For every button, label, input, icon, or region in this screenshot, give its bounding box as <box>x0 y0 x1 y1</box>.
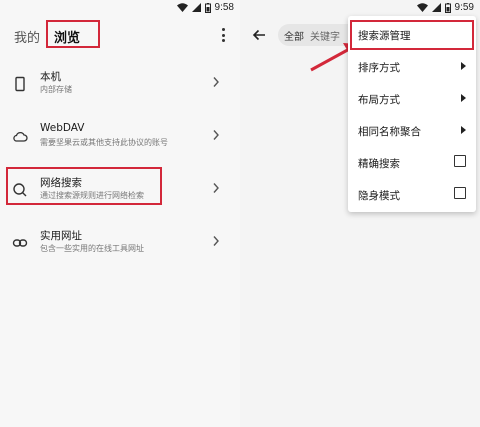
signal-icon <box>191 3 201 12</box>
status-bar: 9:58 <box>0 0 240 16</box>
right-screen: 9:59 全部 关键字 搜索源管理 排序方式 布局方式 相同名称聚合 精确搜索 <box>240 0 480 427</box>
submenu-arrow-icon <box>461 94 466 102</box>
back-arrow-icon[interactable] <box>252 28 266 42</box>
status-bar: 9:59 <box>240 0 480 16</box>
list-item-title: 本机 <box>40 71 61 83</box>
submenu-arrow-icon <box>461 126 466 134</box>
list-item-local[interactable]: 本机 内部存储 <box>0 64 240 114</box>
battery-icon <box>204 2 211 13</box>
chevron-right-icon <box>213 236 219 246</box>
link-icon <box>12 239 28 247</box>
menu-item-exact-search[interactable]: 精确搜索 <box>348 146 476 178</box>
overflow-menu: 搜索源管理 排序方式 布局方式 相同名称聚合 精确搜索 隐身模式 <box>348 16 476 212</box>
top-tabs: 我的 浏览 <box>0 20 240 50</box>
submenu-arrow-icon <box>461 62 466 70</box>
menu-item-incognito[interactable]: 隐身模式 <box>348 178 476 210</box>
highlight-box-web-search <box>6 167 162 205</box>
menu-item-sort[interactable]: 排序方式 <box>348 50 476 82</box>
menu-item-label: 精确搜索 <box>358 158 400 170</box>
highlight-box-source-manage <box>350 20 474 50</box>
tab-mine[interactable]: 我的 <box>14 27 40 46</box>
left-screen: 9:58 我的 浏览 本机 内部存储 WebDAV 需要坚果云或其他支持此协议的… <box>0 0 240 427</box>
cloud-icon <box>13 131 28 142</box>
more-options-icon[interactable] <box>216 27 230 43</box>
wifi-icon <box>176 3 188 12</box>
menu-item-label: 隐身模式 <box>358 190 400 202</box>
list-item-subtitle: 需要坚果云或其他支持此协议的账号 <box>40 138 168 147</box>
list-item-subtitle: 内部存储 <box>40 85 72 94</box>
list-item-title: 实用网址 <box>40 230 82 242</box>
menu-item-label: 排序方式 <box>358 62 400 74</box>
status-time: 9:59 <box>454 2 474 13</box>
chevron-right-icon <box>213 183 219 193</box>
menu-item-label: 相同名称聚合 <box>358 126 421 138</box>
chevron-right-icon <box>213 130 219 140</box>
menu-item-label: 布局方式 <box>358 94 400 106</box>
list-item-webdav[interactable]: WebDAV 需要坚果云或其他支持此协议的账号 <box>0 117 240 167</box>
status-time: 9:58 <box>214 2 234 13</box>
exact-search-checkbox[interactable] <box>454 155 466 167</box>
list-item-useful-sites[interactable]: 实用网址 包含一些实用的在线工具网址 <box>0 223 240 273</box>
highlight-box-browse <box>46 20 100 48</box>
list-item-title: WebDAV <box>40 122 85 134</box>
list-item-subtitle: 包含一些实用的在线工具网址 <box>40 244 144 253</box>
phone-icon <box>15 76 25 92</box>
wifi-icon <box>416 3 428 12</box>
incognito-checkbox[interactable] <box>454 187 466 199</box>
menu-item-same-name-group[interactable]: 相同名称聚合 <box>348 114 476 146</box>
menu-item-layout[interactable]: 布局方式 <box>348 82 476 114</box>
chevron-right-icon <box>213 77 219 87</box>
battery-icon <box>444 2 451 13</box>
signal-icon <box>431 3 441 12</box>
